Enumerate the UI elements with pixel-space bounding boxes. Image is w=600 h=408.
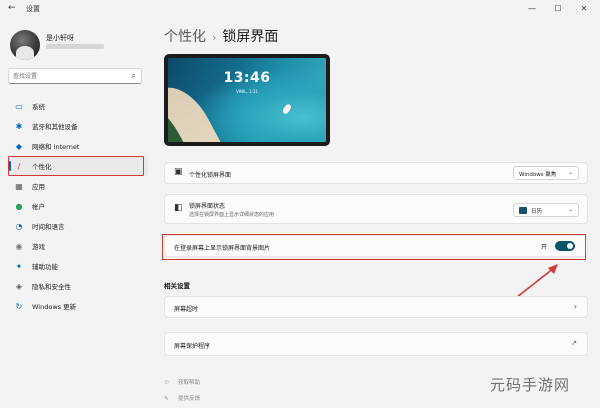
screen-saver-title: 屏幕保护程序 (174, 343, 211, 350)
sidebar-item-4[interactable]: ▦ 应用 (8, 176, 148, 196)
wifi-icon: ◆ (15, 141, 23, 151)
show-background-row: 在登录屏幕上显示锁屏界面背景图片 开 (164, 235, 588, 257)
account-icon: ● (15, 201, 23, 211)
sidebar-item-label: 时间和语言 (32, 223, 65, 231)
maximize-button[interactable]: ☐ (546, 2, 570, 16)
related-settings-heading: 相关设置 (164, 282, 190, 290)
sidebar-item-label: 应用 (32, 183, 45, 191)
sidebar-item-label: 隐私和安全性 (32, 283, 71, 291)
app-title: 设置 (26, 5, 40, 13)
help-icon: ☉ (164, 380, 169, 386)
get-help-link[interactable]: ☉ 获取帮助 (164, 378, 200, 386)
lock-screen-preview: 13:46 VINIL, 1:11 (164, 54, 330, 146)
nav-list: ▭ 系统 ✱ 蓝牙和其他设备 ◆ 网络和 Internet / 个性化 ▦ 应用 ● 帐户 ◔ 时间和语言… (8, 96, 148, 316)
personalize-dropdown-value: Windows 聚焦 (519, 172, 557, 178)
sidebar-item-7[interactable]: ◉ 游戏 (8, 236, 148, 256)
sidebar-item-label: 蓝牙和其他设备 (32, 123, 78, 131)
screen-timeout-title: 屏幕超时 (174, 306, 199, 313)
sidebar-item-9[interactable]: ◈ 隐私和安全性 (8, 276, 148, 296)
sidebar-item-label: 系统 (32, 103, 45, 111)
sidebar: 是小轩呀 ⌕ ▭ 系统 ✱ 蓝牙和其他设备 ◆ 网络和 Internet / 个性化 ▦ 应用 ● 帐… (0, 18, 152, 408)
personalize-lock-screen-title: 个性化锁屏界面 (189, 172, 232, 179)
lock-screen-status-subtitle: 选择在锁屏界面上显示详细状态的应用 (189, 212, 275, 218)
close-button[interactable]: ✕ (572, 2, 596, 16)
toggle-state-label: 开 (540, 244, 547, 251)
get-help-label: 获取帮助 (178, 380, 201, 386)
clock-icon: ◔ (15, 221, 23, 231)
status-icon: ◧ (174, 203, 183, 213)
sidebar-item-6[interactable]: ◔ 时间和语言 (8, 216, 148, 236)
screen-timeout-row[interactable]: 屏幕超时 › (164, 296, 588, 318)
bluetooth-icon: ✱ (15, 121, 23, 131)
feedback-icon: ✎ (164, 396, 169, 402)
sidebar-item-5[interactable]: ● 帐户 (8, 196, 148, 216)
sidebar-item-2[interactable]: ◆ 网络和 Internet (8, 136, 148, 156)
lock-screen-status-title: 锁屏界面状态 (189, 203, 226, 210)
chevron-right-icon: › (573, 302, 577, 311)
sidebar-item-label: 网络和 Internet (32, 143, 80, 151)
personalize-dropdown[interactable]: Windows 聚焦 ⌄ (513, 166, 579, 180)
show-background-title: 在登录屏幕上显示锁屏界面背景图片 (174, 245, 271, 252)
sidebar-item-label: 帐户 (32, 203, 45, 211)
accessibility-icon: ✦ (15, 261, 23, 271)
status-dropdown-value: 日历 (531, 209, 543, 215)
calendar-icon (519, 207, 527, 214)
main-content: 个性化 › 锁屏界面 13:46 VINIL, 1:11 ▣ 个性化锁屏界面 Win… (152, 18, 600, 408)
back-arrow-icon[interactable]: ← (8, 3, 16, 13)
sidebar-item-label: 游戏 (32, 243, 45, 251)
user-name: 是小轩呀 (46, 34, 74, 42)
breadcrumb-parent[interactable]: 个性化 (164, 29, 206, 45)
sidebar-item-1[interactable]: ✱ 蓝牙和其他设备 (8, 116, 148, 136)
gamepad-icon: ◉ (15, 241, 23, 251)
sidebar-item-label: 个性化 (32, 163, 52, 171)
minimize-button[interactable]: — (520, 2, 544, 16)
active-item-highlight (8, 156, 144, 176)
screen-saver-row[interactable]: 屏幕保护程序 ↗ (164, 332, 588, 356)
user-email-redacted (46, 44, 104, 49)
sidebar-item-label: 辅助功能 (32, 263, 58, 271)
feedback-link[interactable]: ✎ 提供反馈 (164, 394, 200, 402)
feedback-label: 提供反馈 (178, 396, 201, 402)
chevron-down-icon: ⌄ (567, 206, 573, 213)
picture-icon: ▣ (174, 167, 183, 177)
sidebar-item-10[interactable]: ↻ Windows 更新 (8, 296, 148, 316)
personalize-lock-screen-row[interactable]: ▣ 个性化锁屏界面 Windows 聚焦 ⌄ (164, 162, 588, 184)
status-dropdown[interactable]: 日历 ⌄ (513, 203, 579, 217)
search-icon[interactable]: ⌕ (132, 71, 136, 81)
preview-time: 13:46 (223, 70, 271, 86)
sidebar-item-3[interactable]: / 个性化 (8, 156, 148, 176)
show-background-toggle[interactable] (555, 241, 575, 251)
title-bar: ← 设置 — ☐ ✕ (0, 0, 600, 18)
breadcrumb-separator: › (212, 31, 217, 44)
watermark-logo: 元码手游网 (490, 376, 571, 394)
sidebar-item-0[interactable]: ▭ 系统 (8, 96, 148, 116)
brush-icon: / (17, 161, 21, 171)
shield-icon: ◈ (15, 281, 23, 291)
sidebar-item-8[interactable]: ✦ 辅助功能 (8, 256, 148, 276)
preview-date: VINIL, 1:11 (236, 89, 258, 94)
page-title: 锁屏界面 (222, 29, 279, 45)
search-box[interactable]: ⌕ (8, 68, 142, 84)
avatar[interactable] (10, 30, 40, 60)
lock-screen-status-row[interactable]: ◧ 锁屏界面状态 选择在锁屏界面上显示详细状态的应用 日历 ⌄ (164, 194, 588, 224)
windows-update-icon: ↻ (15, 301, 23, 311)
chevron-down-icon: ⌄ (567, 169, 573, 176)
external-link-icon: ↗ (571, 339, 577, 347)
search-input[interactable] (13, 72, 123, 81)
system-icon: ▭ (15, 101, 23, 111)
apps-icon: ▦ (15, 181, 23, 191)
sidebar-item-label: Windows 更新 (32, 303, 77, 311)
breadcrumb: 个性化 › 锁屏界面 (164, 26, 278, 46)
